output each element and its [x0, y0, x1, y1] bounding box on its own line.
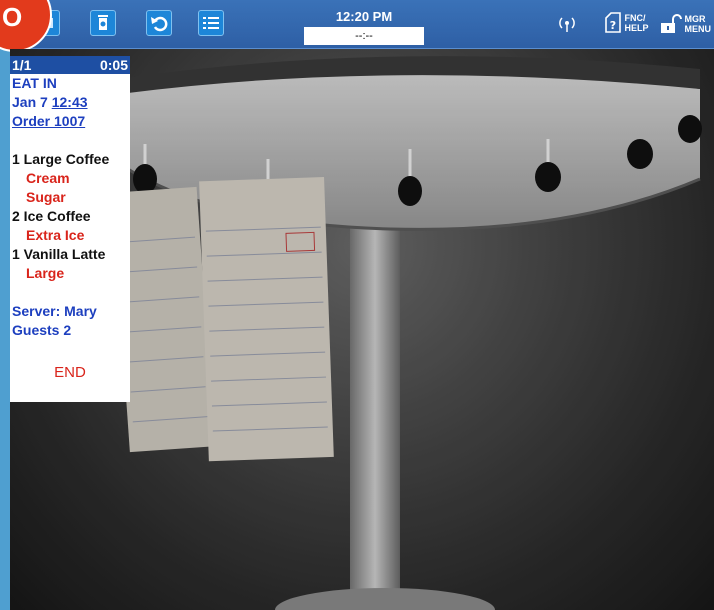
top-toolbar: 12:20 PM --:-- ? FNC/HELP MGR MENU: [0, 0, 714, 49]
mgr-label: MGR: [684, 14, 706, 24]
order-time: 12:43: [51, 94, 88, 110]
menu-label: MENU: [684, 24, 712, 34]
trash-button[interactable]: [90, 10, 116, 36]
item-modifier: Extra Ice: [26, 227, 85, 243]
left-edge-strip: [0, 0, 10, 610]
server-name: Server: Mary: [12, 303, 97, 319]
ticket-header: 1/1 0:05: [10, 56, 130, 74]
ticket-end-label: END: [54, 364, 86, 381]
svg-text:?: ?: [610, 19, 616, 32]
list-button[interactable]: [198, 10, 224, 36]
item-modifier: Large: [26, 265, 65, 281]
list-icon: [203, 17, 219, 29]
clock-time: 12:20 PM: [335, 9, 393, 24]
undo-button[interactable]: [146, 10, 172, 36]
time-field[interactable]: --:--: [304, 27, 424, 45]
order-ticket[interactable]: 1/1 0:05 EAT IN Jan 7 12:43 Order 1007 1…: [10, 56, 130, 402]
order-type: EAT IN: [12, 75, 57, 91]
item-line: 1 Vanilla Latte: [12, 246, 106, 262]
order-indicator-letter: O: [2, 2, 23, 32]
signal-icon: [558, 16, 576, 34]
help-label: HELP: [624, 23, 649, 33]
item-line: 2 Ice Coffee: [12, 208, 91, 224]
order-date: Jan 7: [12, 94, 48, 110]
help-icon: ?: [605, 12, 621, 33]
fnc-label: FNC/: [624, 13, 646, 23]
lock-icon: [661, 14, 682, 33]
fnc-help-button[interactable]: ? FNC/HELP: [604, 12, 649, 34]
item-modifier: Cream: [26, 170, 70, 186]
undo-icon: [151, 16, 168, 32]
order-datetime: Jan 7 12:43: [10, 93, 130, 112]
ticket-page: 1/1: [12, 57, 32, 73]
guest-count: Guests 2: [12, 322, 72, 338]
mgr-menu-button[interactable]: MGR MENU: [660, 14, 711, 34]
item-line: 1 Large Coffee: [12, 151, 110, 167]
item-modifier: Sugar: [26, 189, 66, 205]
trash-icon: [98, 15, 108, 30]
ticket-timer: 0:05: [99, 57, 128, 73]
order-number[interactable]: Order 1007: [10, 112, 130, 131]
